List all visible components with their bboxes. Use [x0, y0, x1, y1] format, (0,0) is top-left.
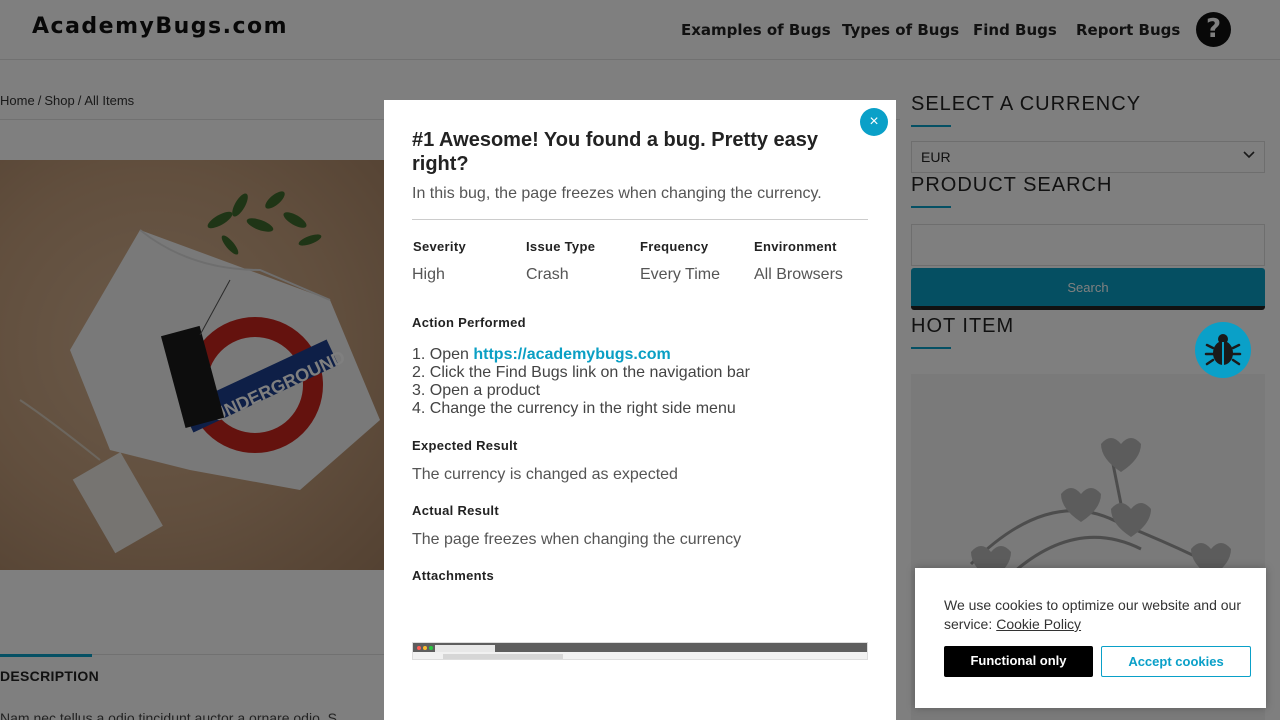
expected-result-label: Expected Result [412, 438, 518, 453]
environment-label: Environment [754, 239, 837, 254]
functional-only-button[interactable]: Functional only [944, 646, 1093, 677]
list-item: 3. Open a product [412, 382, 541, 399]
bug-details-modal: × #1 Awesome! You found a bug. Pretty ea… [384, 100, 896, 720]
list-item: 2. Click the Find Bugs link on the navig… [412, 364, 750, 381]
steps-list: 1. Open https://academybugs.com 2. Click… [412, 346, 750, 418]
environment-value: All Browsers [754, 266, 843, 283]
cookie-banner: We use cookies to optimize our website a… [915, 568, 1266, 708]
frequency-label: Frequency [640, 239, 709, 254]
list-item: 1. Open https://academybugs.com [412, 346, 750, 364]
list-item: 4. Change the currency in the right side… [412, 400, 736, 417]
bug-report-fab[interactable] [1195, 322, 1251, 378]
academybugs-link[interactable]: https://academybugs.com [473, 346, 670, 363]
modal-title: #1 Awesome! You found a bug. Pretty easy… [412, 129, 819, 175]
modal-divider [412, 219, 868, 220]
cookie-policy-link[interactable]: Cookie Policy [996, 616, 1081, 632]
attachment-thumbnail[interactable] [412, 642, 868, 660]
issue-type-label: Issue Type [526, 239, 596, 254]
issue-type-value: Crash [526, 266, 569, 283]
cookie-message: We use cookies to optimize our website a… [944, 597, 1242, 632]
action-performed-label: Action Performed [412, 315, 526, 330]
step-1-prefix: 1. Open [412, 346, 474, 363]
close-button[interactable]: × [860, 108, 888, 136]
actual-result-label: Actual Result [412, 503, 499, 518]
cookie-text: We use cookies to optimize our website a… [944, 596, 1254, 634]
accept-cookies-button[interactable]: Accept cookies [1101, 646, 1251, 677]
bug-icon [1196, 323, 1250, 377]
severity-value: High [412, 266, 445, 283]
attachments-label: Attachments [412, 568, 495, 583]
severity-label: Severity [413, 239, 466, 254]
actual-result-value: The page freezes when changing the curre… [412, 531, 742, 548]
expected-result-value: The currency is changed as expected [412, 466, 678, 483]
modal-subtitle: In this bug, the page freezes when chang… [412, 185, 822, 202]
frequency-value: Every Time [640, 266, 721, 283]
